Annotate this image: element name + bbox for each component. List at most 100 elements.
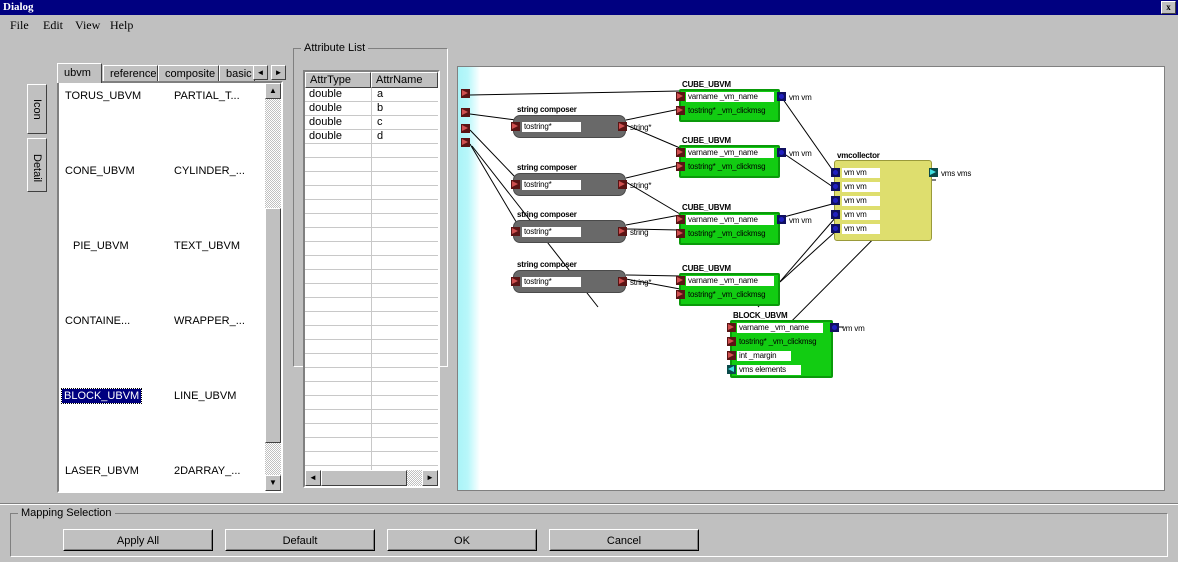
list-item[interactable]: CONTAINE... xyxy=(63,314,132,328)
node-input-pin[interactable] xyxy=(676,290,685,299)
table-row[interactable] xyxy=(305,284,438,298)
close-icon[interactable]: x xyxy=(1161,1,1176,14)
list-item[interactable]: PARTIAL_T... xyxy=(172,89,242,103)
apply-all-button[interactable]: Apply All xyxy=(63,529,213,551)
list-item[interactable]: WRAPPER_... xyxy=(172,314,247,328)
list-item[interactable]: PIE_UBVM xyxy=(71,239,131,253)
attribute-table[interactable]: AttrType AttrName double a double b doub… xyxy=(303,70,440,488)
table-row[interactable] xyxy=(305,298,438,312)
node-input-pin[interactable] xyxy=(831,182,840,191)
scrollbar-thumb[interactable] xyxy=(265,208,281,443)
node-input-pin[interactable] xyxy=(676,229,685,238)
node-output-pin[interactable] xyxy=(777,148,786,157)
list-item[interactable]: TORUS_UBVM xyxy=(63,89,143,103)
node-input-pin[interactable] xyxy=(727,337,736,346)
node-output-pin[interactable] xyxy=(777,92,786,101)
tab-reference[interactable]: reference xyxy=(103,65,158,82)
table-row[interactable] xyxy=(305,158,438,172)
node-input-pin[interactable] xyxy=(831,210,840,219)
table-row[interactable] xyxy=(305,312,438,326)
table-row[interactable] xyxy=(305,438,438,452)
list-item[interactable]: LASER_UBVM xyxy=(63,464,141,478)
ok-button[interactable]: OK xyxy=(387,529,537,551)
node-input-pin[interactable] xyxy=(676,215,685,224)
table-row[interactable] xyxy=(305,354,438,368)
graph-canvas[interactable]: string composer tostring* string* string… xyxy=(457,66,1165,491)
tab-ubvm[interactable]: ubvm xyxy=(57,63,102,83)
menu-item-edit[interactable]: Edit xyxy=(38,18,68,32)
scroll-up-icon[interactable]: ▲ xyxy=(265,83,281,99)
sidebar-item-icon[interactable]: Icon xyxy=(27,84,47,134)
palette-list[interactable]: TORUS_UBVM PARTIAL_T... CONE_UBVM CYLIND… xyxy=(57,81,283,493)
table-row[interactable] xyxy=(305,396,438,410)
node-input-pin[interactable] xyxy=(676,148,685,157)
table-row[interactable] xyxy=(305,340,438,354)
table-row[interactable] xyxy=(305,382,438,396)
attribute-horizontal-scrollbar[interactable]: ◄ ► xyxy=(305,470,438,486)
canvas-edge-input-pin[interactable] xyxy=(461,124,470,133)
table-row[interactable]: double b xyxy=(305,102,438,116)
node-input-pin[interactable] xyxy=(727,351,736,360)
table-row[interactable] xyxy=(305,186,438,200)
menu-item-file[interactable]: File xyxy=(5,18,34,32)
cancel-button[interactable]: Cancel xyxy=(549,529,699,551)
table-row[interactable]: double c xyxy=(305,116,438,130)
list-item-selected[interactable]: BLOCK_UBVM xyxy=(60,388,143,404)
tab-scroll-right-icon[interactable]: ► xyxy=(271,65,286,80)
table-row[interactable] xyxy=(305,424,438,438)
node-output-pin[interactable] xyxy=(618,227,627,236)
list-item[interactable]: CYLINDER_... xyxy=(172,164,247,178)
table-row[interactable] xyxy=(305,270,438,284)
table-row[interactable]: double a xyxy=(305,88,438,102)
node-output-pin[interactable] xyxy=(618,180,627,189)
node-input-pin[interactable] xyxy=(831,168,840,177)
node-output-pin[interactable] xyxy=(929,168,938,177)
table-row[interactable] xyxy=(305,368,438,382)
scroll-right-icon[interactable]: ► xyxy=(422,470,438,486)
node-input-pin[interactable] xyxy=(727,323,736,332)
default-button[interactable]: Default xyxy=(225,529,375,551)
column-header-attrtype[interactable]: AttrType xyxy=(305,72,371,88)
table-row[interactable] xyxy=(305,452,438,466)
node-input-pin[interactable] xyxy=(511,227,520,236)
node-output-pin[interactable] xyxy=(830,323,839,332)
scrollbar-thumb[interactable] xyxy=(321,470,407,486)
table-row[interactable] xyxy=(305,200,438,214)
canvas-edge-input-pin[interactable] xyxy=(461,89,470,98)
node-input-pin[interactable] xyxy=(727,365,736,374)
tab-basic[interactable]: basic xyxy=(219,65,255,82)
table-row[interactable] xyxy=(305,144,438,158)
menu-item-view[interactable]: View xyxy=(70,18,105,32)
node-output-pin[interactable] xyxy=(618,122,627,131)
node-input-pin[interactable] xyxy=(676,162,685,171)
table-row[interactable] xyxy=(305,228,438,242)
node-input-pin[interactable] xyxy=(511,122,520,131)
node-input-pin[interactable] xyxy=(676,276,685,285)
node-input-pin[interactable] xyxy=(831,224,840,233)
table-row[interactable] xyxy=(305,172,438,186)
list-item[interactable]: TEXT_UBVM xyxy=(172,239,242,253)
palette-vertical-scrollbar[interactable]: ▲ ▼ xyxy=(265,83,281,491)
canvas-edge-input-pin[interactable] xyxy=(461,108,470,117)
list-item[interactable]: 2DARRAY_... xyxy=(172,464,242,478)
node-input-pin[interactable] xyxy=(676,92,685,101)
node-input-pin[interactable] xyxy=(831,196,840,205)
table-row[interactable] xyxy=(305,256,438,270)
sidebar-item-detail[interactable]: Detail xyxy=(27,138,47,192)
list-item[interactable]: CONE_UBVM xyxy=(63,164,137,178)
column-header-attrname[interactable]: AttrName xyxy=(371,72,438,88)
menu-item-help[interactable]: Help xyxy=(105,18,138,32)
table-row[interactable] xyxy=(305,410,438,424)
node-output-pin[interactable] xyxy=(618,277,627,286)
canvas-edge-input-pin[interactable] xyxy=(461,138,470,147)
scrollbar-track[interactable] xyxy=(407,470,422,486)
table-row[interactable] xyxy=(305,326,438,340)
table-row[interactable]: double d xyxy=(305,130,438,144)
list-item[interactable]: LINE_UBVM xyxy=(172,389,238,403)
node-input-pin[interactable] xyxy=(511,277,520,286)
table-row[interactable] xyxy=(305,242,438,256)
scroll-left-icon[interactable]: ◄ xyxy=(305,470,321,486)
scroll-down-icon[interactable]: ▼ xyxy=(265,475,281,491)
table-row[interactable] xyxy=(305,214,438,228)
tab-scroll-left-icon[interactable]: ◄ xyxy=(253,65,268,80)
